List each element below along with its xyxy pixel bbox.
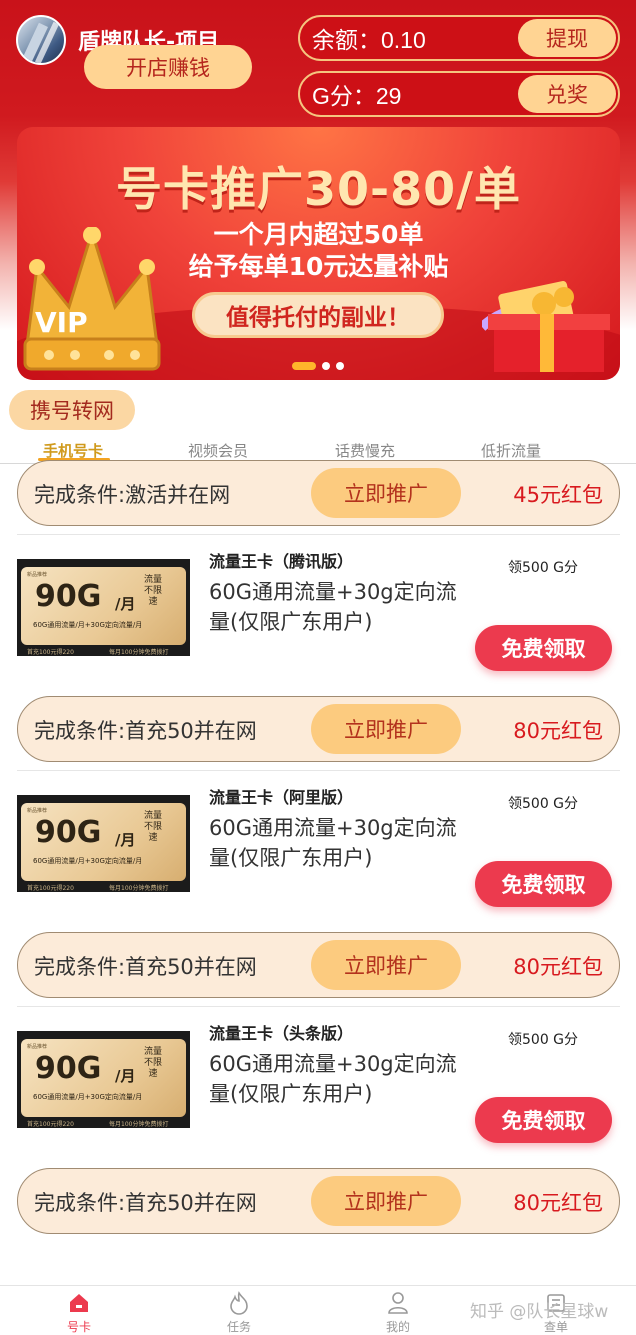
- balance-box: 余额：0.10 提现: [298, 15, 620, 61]
- condition-text: 完成条件:首充50并在网: [34, 955, 257, 979]
- nav-label: 我的: [385, 1320, 410, 1334]
- image-foot-right: 每月100分钟免费拨打: [109, 649, 169, 656]
- product-image[interactable]: 新品推荐 90G /月 流量 不限速 60G通用流量/月+30G定向流量/月 首充…: [17, 559, 190, 656]
- nav-item-task[interactable]: 任务: [199, 1290, 279, 1335]
- reward-text: 80元红包: [513, 1191, 603, 1215]
- image-big-text: 90G: [35, 579, 102, 614]
- image-corner-text: 新品推荐: [27, 808, 48, 814]
- image-big-text: 90G: [35, 1051, 102, 1086]
- tab-video-vip[interactable]: 视频会员: [163, 440, 273, 461]
- nav-item-card[interactable]: 号卡: [39, 1290, 119, 1335]
- tab-discount-data[interactable]: 低折流量: [456, 440, 566, 461]
- image-foot-left: 首充100元得220: [27, 885, 74, 892]
- sim-card-graphic: 新品推荐 90G /月 流量 不限速 60G通用流量/月+30G定向流量/月: [21, 1039, 186, 1117]
- nav-label: 号卡: [66, 1320, 91, 1334]
- banner-title: 号卡推广30-80/单: [116, 162, 521, 216]
- home-icon: [39, 1290, 119, 1316]
- condition-text: 完成条件:首充50并在网: [34, 1191, 257, 1215]
- image-tag-text: 流量 不限速: [143, 811, 162, 843]
- nav-label: 任务: [226, 1320, 251, 1334]
- banner-subtitle-2: 给予每单10元达量补贴: [188, 252, 449, 281]
- section-title: 携号转网: [9, 390, 135, 430]
- image-foot-right: 每月100分钟免费拨打: [109, 1121, 169, 1128]
- flame-icon: [199, 1290, 279, 1316]
- reward-text: 45元红包: [513, 483, 603, 507]
- tab-phone-topup[interactable]: 话费慢充: [310, 440, 420, 461]
- promote-button[interactable]: 立即推广: [311, 468, 461, 518]
- product-description: 60G通用流量+30g定向流量(仅限广东用户): [209, 1052, 457, 1106]
- withdraw-button[interactable]: 提现: [518, 19, 616, 57]
- image-unit-text: /月: [115, 831, 136, 849]
- nav-item-mine[interactable]: 我的: [358, 1290, 438, 1335]
- carousel-dot-3[interactable]: [336, 362, 344, 370]
- product-description: 60G通用流量+30g定向流量(仅限广东用户): [209, 580, 457, 634]
- divider: [17, 1006, 620, 1007]
- condition-row: 完成条件:首充50并在网 立即推广 80元红包: [17, 1168, 620, 1234]
- product-name: 流量王卡（阿里版）: [209, 788, 354, 807]
- condition-row: 完成条件:激活并在网 立即推广 45元红包: [17, 460, 620, 526]
- carousel-dot-1[interactable]: [292, 362, 316, 370]
- points-box: G分：29 兑奖: [298, 71, 620, 117]
- condition-row: 完成条件:首充50并在网 立即推广 80元红包: [17, 932, 620, 998]
- open-shop-button[interactable]: 开店赚钱: [84, 45, 252, 89]
- image-line-text: 60G通用流量/月+30G定向流量/月: [33, 1093, 143, 1101]
- image-unit-text: /月: [115, 1067, 136, 1085]
- product-points: 领500 G分: [508, 1032, 579, 1048]
- carousel-dot-2[interactable]: [322, 362, 330, 370]
- image-line-text: 60G通用流量/月+30G定向流量/月: [33, 857, 143, 865]
- points-label: G分：29: [312, 83, 402, 109]
- product-image[interactable]: 新品推荐 90G /月 流量 不限速 60G通用流量/月+30G定向流量/月 首充…: [17, 795, 190, 892]
- product-image[interactable]: 新品推荐 90G /月 流量 不限速 60G通用流量/月+30G定向流量/月 首充…: [17, 1031, 190, 1128]
- avatar[interactable]: [16, 15, 66, 65]
- claim-button[interactable]: 免费领取: [475, 861, 612, 907]
- image-big-text: 90G: [35, 815, 102, 850]
- product-name: 流量王卡（腾讯版）: [209, 552, 354, 571]
- image-foot-left: 首充100元得220: [27, 649, 74, 656]
- image-corner-text: 新品推荐: [27, 572, 48, 578]
- banner-slogan: 值得托付的副业！: [192, 292, 444, 338]
- claim-button[interactable]: 免费领取: [475, 1097, 612, 1143]
- reward-text: 80元红包: [513, 719, 603, 743]
- promote-button[interactable]: 立即推广: [311, 940, 461, 990]
- sim-card-graphic: 新品推荐 90G /月 流量 不限速 60G通用流量/月+30G定向流量/月: [21, 803, 186, 881]
- image-corner-text: 新品推荐: [27, 1044, 48, 1050]
- divider: [17, 770, 620, 771]
- claim-button[interactable]: 免费领取: [475, 625, 612, 671]
- reward-text: 80元红包: [513, 955, 603, 979]
- condition-row: 完成条件:首充50并在网 立即推广 80元红包: [17, 696, 620, 762]
- image-line-text: 60G通用流量/月+30G定向流量/月: [33, 621, 143, 629]
- product-name: 流量王卡（头条版）: [209, 1024, 354, 1043]
- image-tag-text: 流量 不限速: [143, 1047, 162, 1079]
- condition-text: 完成条件:激活并在网: [34, 483, 231, 507]
- promote-button[interactable]: 立即推广: [311, 1176, 461, 1226]
- divider: [17, 534, 620, 535]
- watermark: 知乎 @队长星球w: [470, 1302, 609, 1322]
- promo-banner[interactable]: VIP 号卡推广30-80/单 一个月内超过50单 给予每单10元达量补贴 值得…: [17, 127, 620, 380]
- promote-button[interactable]: 立即推广: [311, 704, 461, 754]
- balance-label: 余额：0.10: [312, 27, 426, 53]
- sim-card-graphic: 新品推荐 90G /月 流量 不限速 60G通用流量/月+30G定向流量/月: [21, 567, 186, 645]
- condition-text: 完成条件:首充50并在网: [34, 719, 257, 743]
- product-description: 60G通用流量+30g定向流量(仅限广东用户): [209, 816, 457, 870]
- user-icon: [358, 1290, 438, 1316]
- product-points: 领500 G分: [508, 796, 579, 812]
- carousel-dots[interactable]: [292, 362, 344, 370]
- banner-subtitle-1: 一个月内超过50单: [213, 220, 424, 249]
- image-unit-text: /月: [115, 595, 136, 613]
- image-foot-right: 每月100分钟免费拨打: [109, 885, 169, 892]
- image-foot-left: 首充100元得220: [27, 1121, 74, 1128]
- crown-text: VIP: [35, 306, 88, 339]
- redeem-button[interactable]: 兑奖: [518, 75, 616, 113]
- image-tag-text: 流量 不限速: [143, 575, 162, 607]
- product-points: 领500 G分: [508, 560, 579, 576]
